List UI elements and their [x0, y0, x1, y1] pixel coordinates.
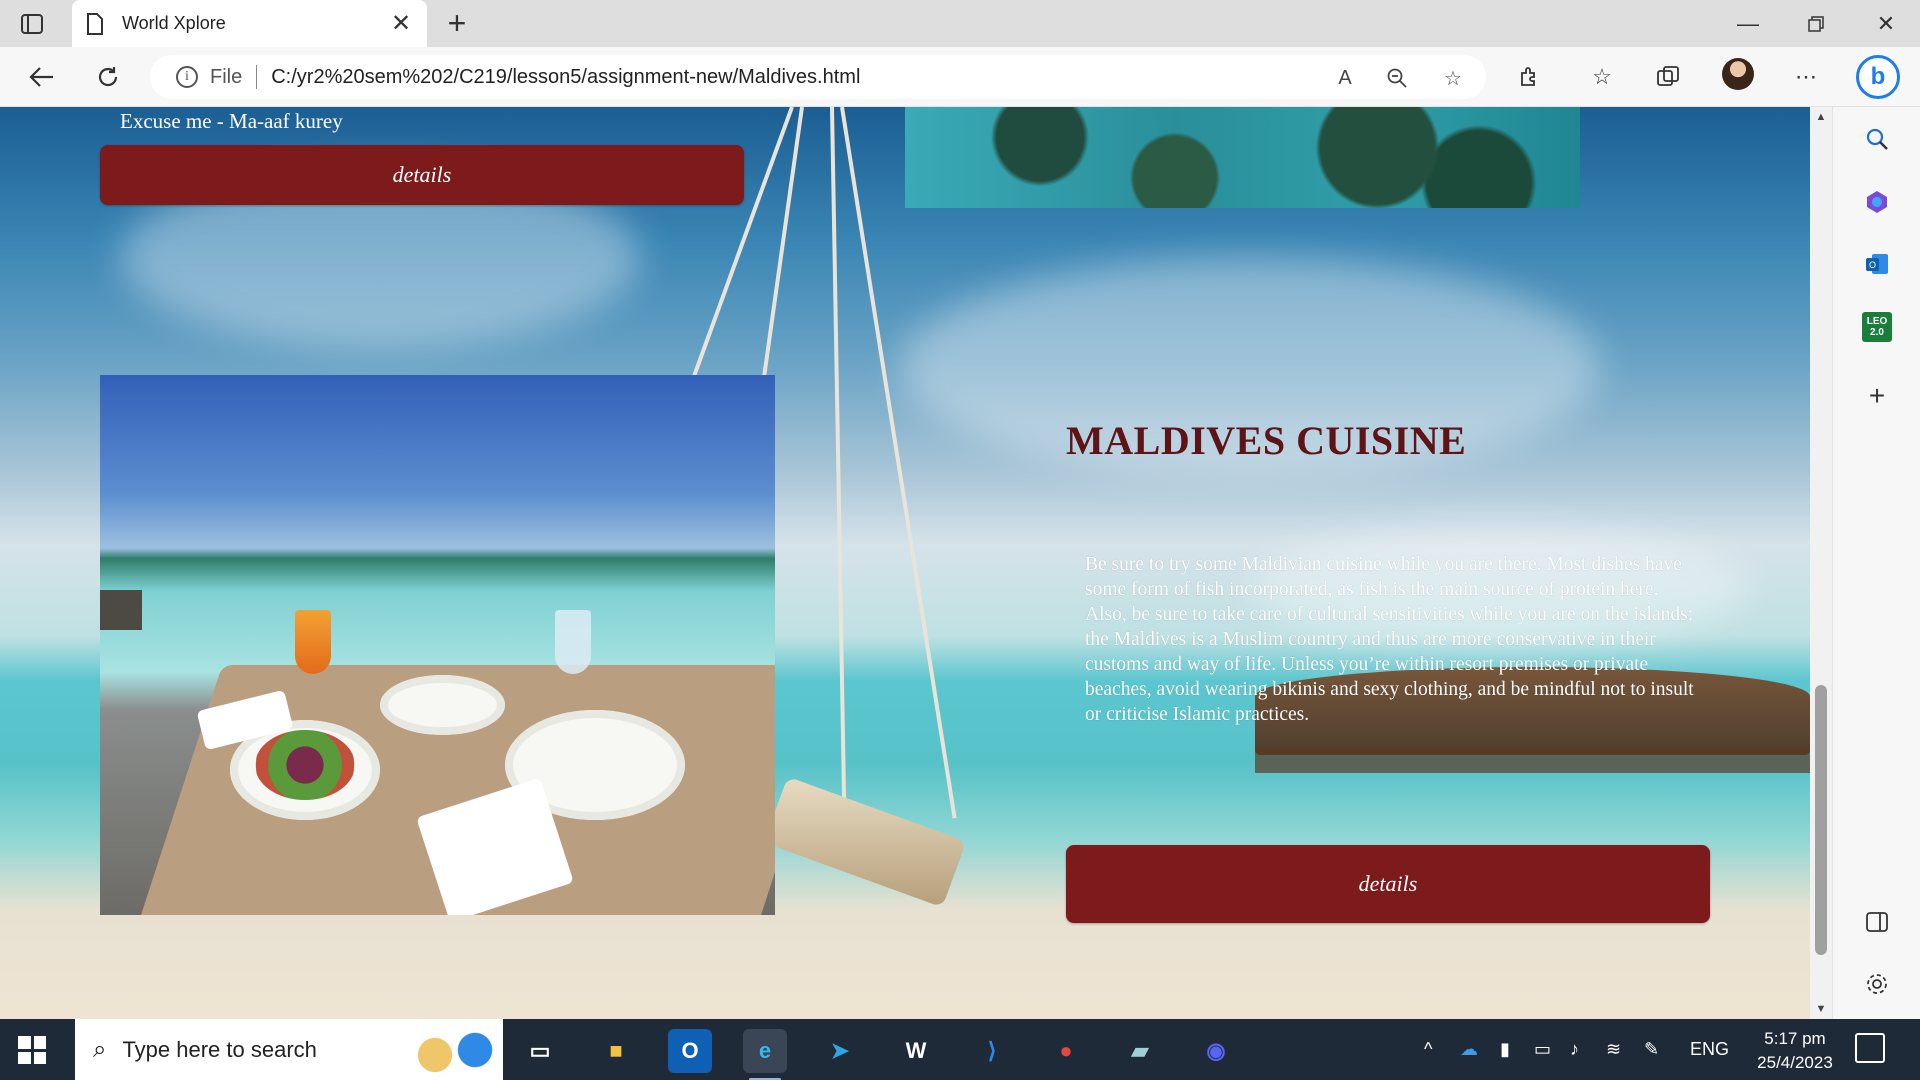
- url-text[interactable]: C:/yr2%20sem%202/C219/lesson5/assignment…: [271, 66, 860, 89]
- bing-icon[interactable]: b: [1856, 55, 1900, 99]
- browser-toolbar: i File C:/yr2%20sem%202/C219/lesson5/ass…: [0, 47, 1920, 107]
- outlook-icon[interactable]: O: [1860, 247, 1894, 281]
- scroll-up-arrow-icon[interactable]: ▲: [1810, 107, 1832, 127]
- scroll-down-arrow-icon[interactable]: ▼: [1810, 999, 1832, 1019]
- sidebar-settings-gear-icon[interactable]: [1860, 967, 1894, 1001]
- close-window-button[interactable]: ✕: [1856, 0, 1916, 47]
- hide-sidebar-icon[interactable]: [1860, 905, 1894, 939]
- tab-bar: World Xplore ✕ + — ✕: [0, 0, 1920, 47]
- address-bar[interactable]: i File C:/yr2%20sem%202/C219/lesson5/ass…: [150, 55, 1486, 99]
- pen-icon[interactable]: ✎: [1644, 1019, 1659, 1080]
- close-tab-icon[interactable]: ✕: [389, 9, 413, 38]
- search-icon[interactable]: [1860, 122, 1894, 156]
- edge-sidebar: O LEO 2.0 +: [1832, 107, 1920, 1019]
- water-villa-base: [1255, 747, 1810, 773]
- tab-title: World Xplore: [122, 13, 226, 33]
- language-indicator[interactable]: ENG: [1690, 1019, 1729, 1080]
- leo-label: LEO 2.0: [1862, 312, 1892, 342]
- read-aloud-icon[interactable]: A: [1332, 65, 1358, 91]
- tab-actions-icon[interactable]: [18, 10, 46, 38]
- onedrive-icon[interactable]: ☁: [1460, 1019, 1478, 1080]
- outlook-taskbar-icon[interactable]: O: [668, 1029, 712, 1073]
- profile-avatar[interactable]: [1722, 58, 1754, 90]
- discover-icon[interactable]: [1860, 185, 1894, 219]
- swing-rope: [840, 107, 957, 819]
- clock-date: 25/4/2023: [1757, 1053, 1833, 1072]
- windows-taskbar: ⌕ Type here to search ▭ ■ O e ➤ W ⟩ ● ▰ …: [0, 1019, 1920, 1080]
- svg-text:O: O: [1869, 260, 1876, 270]
- browser-tab[interactable]: World Xplore ✕: [72, 0, 427, 47]
- telegram-icon[interactable]: ➤: [818, 1029, 862, 1073]
- salad: [255, 730, 355, 800]
- search-placeholder: Type here to search: [122, 1036, 317, 1062]
- show-hidden-icons-icon[interactable]: ^: [1424, 1019, 1432, 1080]
- add-sidebar-app-icon[interactable]: +: [1860, 379, 1894, 413]
- discord-icon[interactable]: ◉: [1194, 1029, 1238, 1073]
- more-options-icon[interactable]: ⋯: [1790, 61, 1822, 93]
- page-scrollbar[interactable]: ▲ ▼: [1810, 107, 1832, 1019]
- notification-icon[interactable]: [1855, 1033, 1885, 1063]
- water-glass: [555, 610, 591, 674]
- cuisine-description: Be sure to try some Maldivian cuisine wh…: [1085, 554, 1694, 725]
- back-button[interactable]: [26, 61, 58, 93]
- cuisine-details-button[interactable]: details: [1066, 845, 1710, 923]
- swing-seat: [763, 776, 967, 908]
- swing-rope: [830, 107, 847, 807]
- reef-image: [905, 107, 1580, 208]
- minimize-button[interactable]: —: [1718, 0, 1778, 47]
- page-viewport: Excuse me - Ma-aaf kurey details MALDIVE…: [0, 107, 1810, 1019]
- task-view-icon[interactable]: ▭: [518, 1029, 562, 1073]
- scroll-thumb[interactable]: [1815, 685, 1827, 955]
- collections-icon[interactable]: [1652, 61, 1684, 93]
- juice-glass: [295, 610, 331, 674]
- taskbar-clock[interactable]: 5:17 pm 25/4/2023: [1740, 1027, 1850, 1075]
- address-separator: [256, 65, 258, 89]
- microphone-icon[interactable]: ▮: [1500, 1019, 1510, 1080]
- top-details-button[interactable]: details: [100, 145, 744, 205]
- cuisine-image: [100, 375, 775, 915]
- cuisine-title: MALDIVES CUISINE: [1066, 418, 1467, 463]
- battery-icon[interactable]: ▭: [1534, 1019, 1551, 1080]
- add-favorite-icon[interactable]: ☆: [1440, 65, 1466, 91]
- edge-taskbar-icon[interactable]: e: [743, 1029, 787, 1080]
- restore-button[interactable]: [1786, 0, 1846, 47]
- clock-time: 5:17 pm: [1764, 1029, 1826, 1048]
- zoom-out-icon[interactable]: [1384, 65, 1410, 91]
- refresh-button[interactable]: [92, 61, 124, 93]
- wifi-icon[interactable]: ≋: [1606, 1019, 1621, 1080]
- volume-icon[interactable]: ♪: [1570, 1019, 1579, 1080]
- search-icon: ⌕: [93, 1035, 107, 1063]
- phrase-line: Excuse me - Ma-aaf kurey: [120, 109, 343, 133]
- fruit-plate: [380, 675, 505, 735]
- extensions-icon[interactable]: [1514, 61, 1546, 93]
- site-info-icon[interactable]: i: [176, 66, 198, 88]
- vscode-icon[interactable]: ⟩: [970, 1029, 1014, 1073]
- windows-start-icon[interactable]: [18, 1036, 46, 1064]
- file-label: File: [210, 65, 243, 88]
- page-icon: [86, 12, 106, 35]
- favorites-icon[interactable]: ☆: [1586, 61, 1618, 93]
- taskbar-search[interactable]: ⌕ Type here to search: [75, 1019, 503, 1080]
- word-app-icon[interactable]: W: [894, 1029, 938, 1073]
- chrome-icon[interactable]: ●: [1044, 1029, 1088, 1073]
- search-highlight-icon: [395, 1025, 495, 1075]
- new-tab-button[interactable]: +: [442, 6, 472, 40]
- file-explorer-icon[interactable]: ■: [594, 1029, 638, 1073]
- notepad-icon[interactable]: ▰: [1118, 1029, 1162, 1073]
- pier: [100, 590, 142, 630]
- leo-icon[interactable]: LEO 2.0: [1860, 310, 1894, 344]
